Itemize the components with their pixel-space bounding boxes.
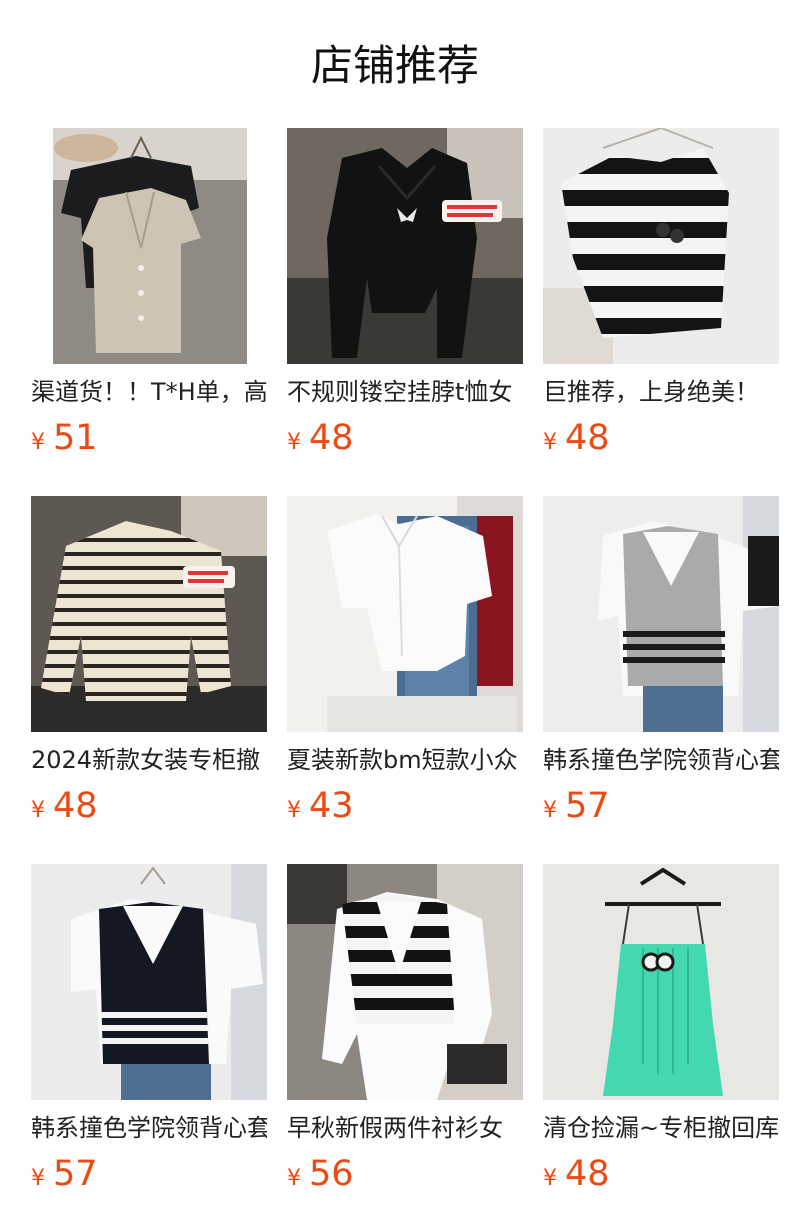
product-card[interactable]: 2024新款女装专柜撤 ¥48	[31, 496, 267, 836]
beige-stripe-long-sleeve-image	[31, 496, 267, 732]
black-cutout-halter-top-image	[287, 128, 523, 364]
product-name[interactable]: 韩系撞色学院领背心套	[31, 1112, 267, 1144]
store-recommendations-page: 店铺推荐 渠道货！！T*H单，高 ¥ 51 不规则镂空挂脖t恤女 ¥ 48 巨推…	[0, 0, 790, 1232]
product-card[interactable]: 韩系撞色学院领背心套 ¥57	[31, 864, 267, 1204]
product-name[interactable]: 早秋新假两件衬衫女	[287, 1112, 523, 1144]
currency-symbol: ¥	[543, 798, 557, 823]
product-image[interactable]	[543, 864, 779, 1100]
white-polo-with-jeans-image	[287, 496, 523, 732]
currency-symbol: ¥	[543, 430, 557, 455]
stripe-vest-white-shirt-image	[287, 864, 523, 1100]
price-amount: 43	[309, 786, 354, 826]
product-name[interactable]: 韩系撞色学院领背心套	[543, 744, 779, 776]
product-price: ¥57	[543, 784, 610, 828]
product-price: ¥48	[31, 784, 98, 828]
price-amount: 48	[565, 418, 610, 458]
product-name[interactable]: 清仓捡漏~专柜撤回库	[543, 1112, 779, 1144]
product-card[interactable]: 渠道货！！T*H单，高 ¥51	[31, 128, 267, 468]
product-image[interactable]	[287, 128, 523, 364]
product-card[interactable]: 韩系撞色学院领背心套 ¥57	[543, 496, 779, 836]
product-image[interactable]	[31, 496, 267, 732]
product-name[interactable]: 渠道货！！T*H单，高	[31, 376, 267, 408]
product-name[interactable]: 不规则镂空挂脖t恤女	[287, 376, 523, 408]
product-name[interactable]: 巨推荐，上身绝美！	[543, 376, 779, 408]
mint-camisole-dress-image	[543, 864, 779, 1100]
linen-vest-black-tee-image	[31, 128, 267, 364]
currency-symbol: ¥	[31, 430, 45, 455]
product-price: ¥57	[31, 1152, 98, 1196]
product-card[interactable]: 巨推荐，上身绝美！ ¥48	[543, 128, 779, 468]
price-amount: 48	[309, 418, 354, 458]
product-price: ¥48	[287, 416, 354, 460]
product-image[interactable]	[287, 864, 523, 1100]
product-card[interactable]: 夏装新款bm短款小众 ¥43	[287, 496, 523, 836]
product-price: ¥43	[287, 784, 354, 828]
product-image[interactable]	[287, 496, 523, 732]
navy-knit-vest-set-image	[31, 864, 267, 1100]
black-white-stripe-knit-image	[543, 128, 779, 364]
price-amount: 57	[565, 786, 610, 826]
currency-symbol: ¥	[31, 798, 45, 823]
price-amount: 51	[53, 418, 98, 458]
product-image[interactable]	[31, 128, 267, 364]
currency-symbol: ¥	[287, 1166, 301, 1191]
product-image[interactable]	[543, 496, 779, 732]
product-price: ¥48	[543, 1152, 610, 1196]
product-name[interactable]: 2024新款女装专柜撤	[31, 744, 267, 776]
product-card[interactable]: 早秋新假两件衬衫女 ¥56	[287, 864, 523, 1204]
currency-symbol: ¥	[287, 430, 301, 455]
product-price: ¥56	[287, 1152, 354, 1196]
currency-symbol: ¥	[287, 798, 301, 823]
price-amount: 57	[53, 1154, 98, 1194]
product-image[interactable]	[31, 864, 267, 1100]
product-image[interactable]	[543, 128, 779, 364]
price-amount: 48	[53, 786, 98, 826]
price-amount: 48	[565, 1154, 610, 1194]
product-card[interactable]: 清仓捡漏~专柜撤回库 ¥48	[543, 864, 779, 1204]
grey-knit-vest-set-image	[543, 496, 779, 732]
product-card[interactable]: 不规则镂空挂脖t恤女 ¥48	[287, 128, 523, 468]
product-price: ¥48	[543, 416, 610, 460]
currency-symbol: ¥	[543, 1166, 557, 1191]
product-name[interactable]: 夏装新款bm短款小众	[287, 744, 523, 776]
currency-symbol: ¥	[31, 1166, 45, 1191]
product-price: ¥51	[31, 416, 98, 460]
price-amount: 56	[309, 1154, 354, 1194]
page-title: 店铺推荐	[310, 41, 479, 90]
